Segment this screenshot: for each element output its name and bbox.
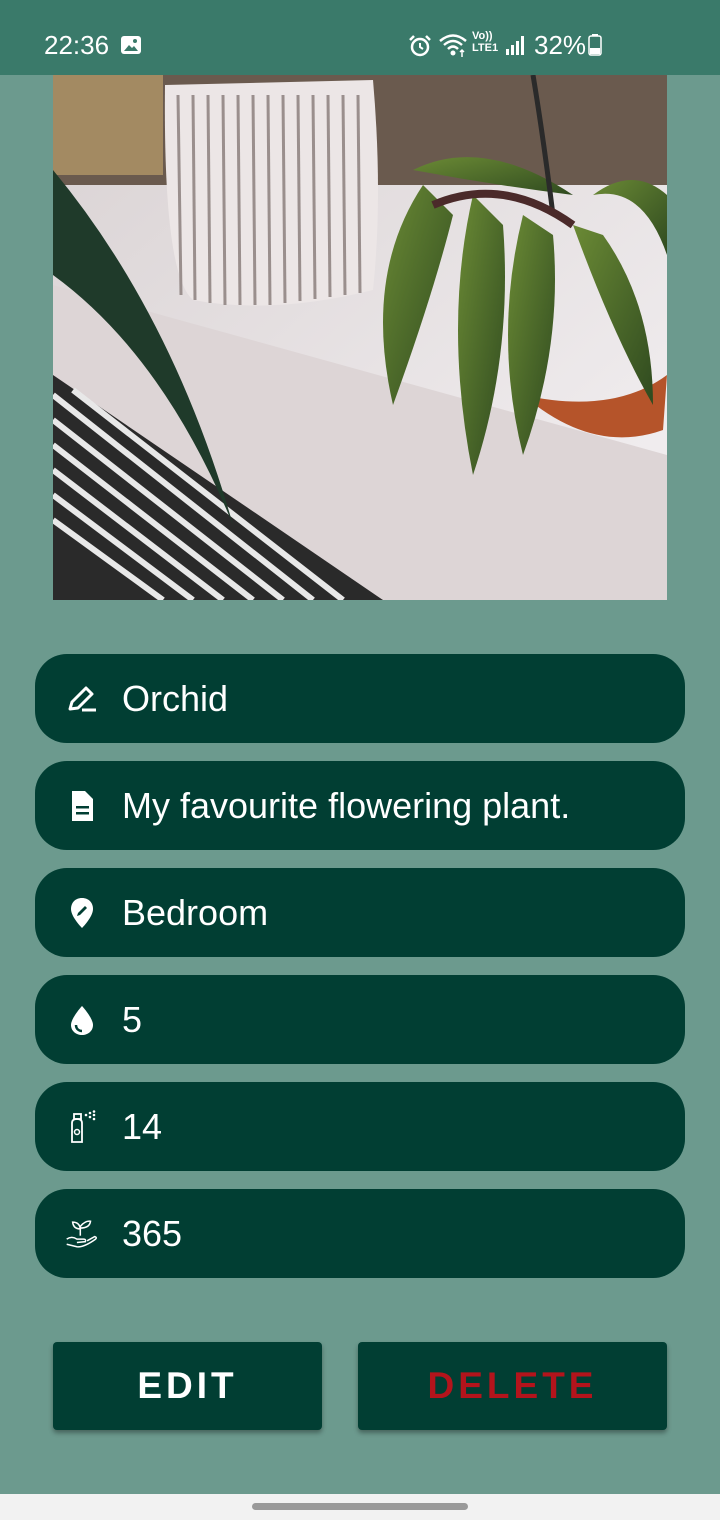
battery-percent: 32% [534, 30, 587, 60]
repot-interval: 365 [122, 1212, 183, 1254]
mist-interval: 14 [122, 1105, 163, 1147]
navigation-bar [0, 1494, 720, 1520]
battery-icon [588, 34, 602, 56]
document-icon [65, 789, 99, 823]
mist-field: 14 [35, 1082, 685, 1171]
name-field: Orchid [35, 654, 685, 743]
home-gesture-handle[interactable] [252, 1503, 468, 1510]
wifi-icon [439, 34, 467, 57]
plant-name: Orchid [122, 677, 229, 719]
description-field: My favourite flowering plant. [35, 761, 685, 850]
volte-indicator: Vo)) LTE1 [472, 30, 498, 54]
plant-in-hand-icon [65, 1217, 99, 1251]
plant-photo [53, 75, 667, 600]
volte-label: Vo)) [472, 30, 493, 42]
location-field: Bedroom [35, 868, 685, 957]
plant-location: Bedroom [122, 891, 269, 933]
signal-icon [506, 36, 524, 55]
alarm-icon [409, 35, 431, 57]
edit-button[interactable]: EDIT [53, 1342, 322, 1430]
delete-button[interactable]: DELETE [358, 1342, 667, 1430]
edit-pencil-icon [65, 682, 99, 716]
status-time: 22:36 [44, 30, 110, 60]
lte-label: LTE1 [472, 42, 499, 54]
repot-field: 365 [35, 1189, 685, 1278]
water-interval: 5 [122, 998, 143, 1040]
plant-description: My favourite flowering plant. [122, 784, 571, 826]
location-pin-icon [65, 896, 99, 930]
water-field: 5 [35, 975, 685, 1064]
status-bar: 22:36 Vo)) LTE1 32% [0, 0, 720, 75]
gallery-icon [121, 36, 141, 54]
water-drop-icon [65, 1003, 99, 1037]
spray-bottle-icon [65, 1109, 99, 1144]
